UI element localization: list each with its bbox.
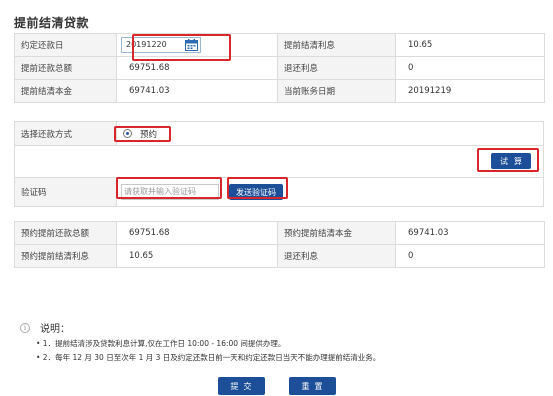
- calculate-button[interactable]: 试算: [491, 153, 531, 169]
- calc-row: 试算: [15, 146, 543, 178]
- notes-title: 说明：: [40, 324, 70, 335]
- settle-interest-label: 提前结清利息: [277, 33, 396, 57]
- method-radio[interactable]: [123, 129, 132, 138]
- account-date-label: 当前账务日期: [277, 79, 396, 103]
- submit-button[interactable]: 提交: [217, 377, 265, 395]
- booked-principal-value: 69741.03: [395, 221, 545, 245]
- refund-interest-value: 0: [395, 56, 545, 80]
- agreed-date-value: 20191220: [126, 40, 167, 49]
- method-option-label: 预约: [140, 129, 158, 140]
- booked-total-value: 69751.68: [116, 221, 278, 245]
- calendar-icon[interactable]: [185, 39, 198, 51]
- code-row: 验证码 请获取并输入验证码 发送验证码: [15, 178, 543, 206]
- agreed-date-label: 约定还款日: [14, 33, 117, 57]
- note-line: • 1．提前结清涉及贷款利息计算,仅在工作日 10:00 - 16:00 间提供…: [36, 339, 286, 348]
- result-refund-interest-label: 退还利息: [277, 244, 396, 268]
- code-input[interactable]: 请获取并输入验证码: [121, 184, 219, 200]
- booked-principal-label: 预约提前结清本金: [277, 221, 396, 245]
- reset-button[interactable]: 重置: [288, 377, 336, 395]
- booked-interest-value: 10.65: [116, 244, 278, 268]
- settle-principal-label: 提前结清本金: [14, 79, 117, 103]
- repay-total-value: 69751.68: [116, 56, 278, 80]
- loan-info-table: 约定还款日 20191220 提前结清利息 10.65 提前还款总额 69751…: [14, 33, 545, 103]
- result-refund-interest-value: 0: [395, 244, 545, 268]
- send-code-button[interactable]: 发送验证码: [229, 184, 283, 200]
- calc-result-table: 预约提前还款总额 69751.68 预约提前结清本金 69741.03 预约提前…: [14, 221, 545, 268]
- settle-principal-value: 69741.03: [116, 79, 278, 103]
- code-label: 验证码: [15, 178, 117, 206]
- repay-method-panel: 选择还款方式 预约 试算 验证码 请获取并输入验证码 发送验证码: [14, 121, 544, 207]
- settle-interest-value: 10.65: [395, 33, 545, 57]
- agreed-date-input[interactable]: 20191220: [121, 37, 201, 53]
- page-title: 提前结清贷款: [14, 16, 90, 30]
- refund-interest-label: 退还利息: [277, 56, 396, 80]
- method-row: 选择还款方式 预约: [15, 122, 543, 146]
- account-date-value: 20191219: [395, 79, 545, 103]
- booked-total-label: 预约提前还款总额: [14, 221, 117, 245]
- method-label: 选择还款方式: [15, 122, 117, 145]
- note-line: • 2．每年 12 月 30 日至次年 1 月 3 日及约定还款日前一天和约定还…: [36, 353, 381, 362]
- info-icon: i: [20, 322, 30, 333]
- notes-section: i 说明： • 1．提前结清涉及贷款利息计算,仅在工作日 10:00 - 16:…: [20, 320, 380, 363]
- booked-interest-label: 预约提前结清利息: [14, 244, 117, 268]
- action-bar: 提交 重置: [0, 377, 553, 395]
- repay-total-label: 提前还款总额: [14, 56, 117, 80]
